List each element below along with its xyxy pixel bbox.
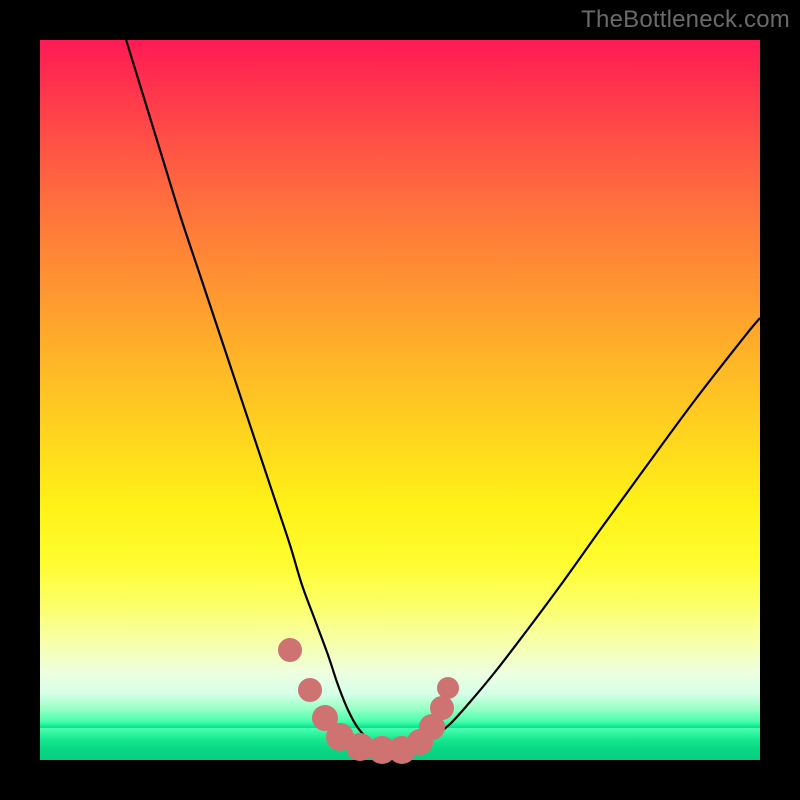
curve-marker (437, 677, 459, 699)
bottleneck-curve (120, 20, 760, 748)
curve-marker (298, 678, 322, 702)
curve-markers (278, 638, 459, 764)
chart-frame: TheBottleneck.com (0, 0, 800, 800)
watermark-text: TheBottleneck.com (581, 6, 790, 34)
curve-layer (40, 40, 760, 760)
plot-area (40, 40, 760, 760)
curve-marker (278, 638, 302, 662)
curve-marker (430, 696, 454, 720)
